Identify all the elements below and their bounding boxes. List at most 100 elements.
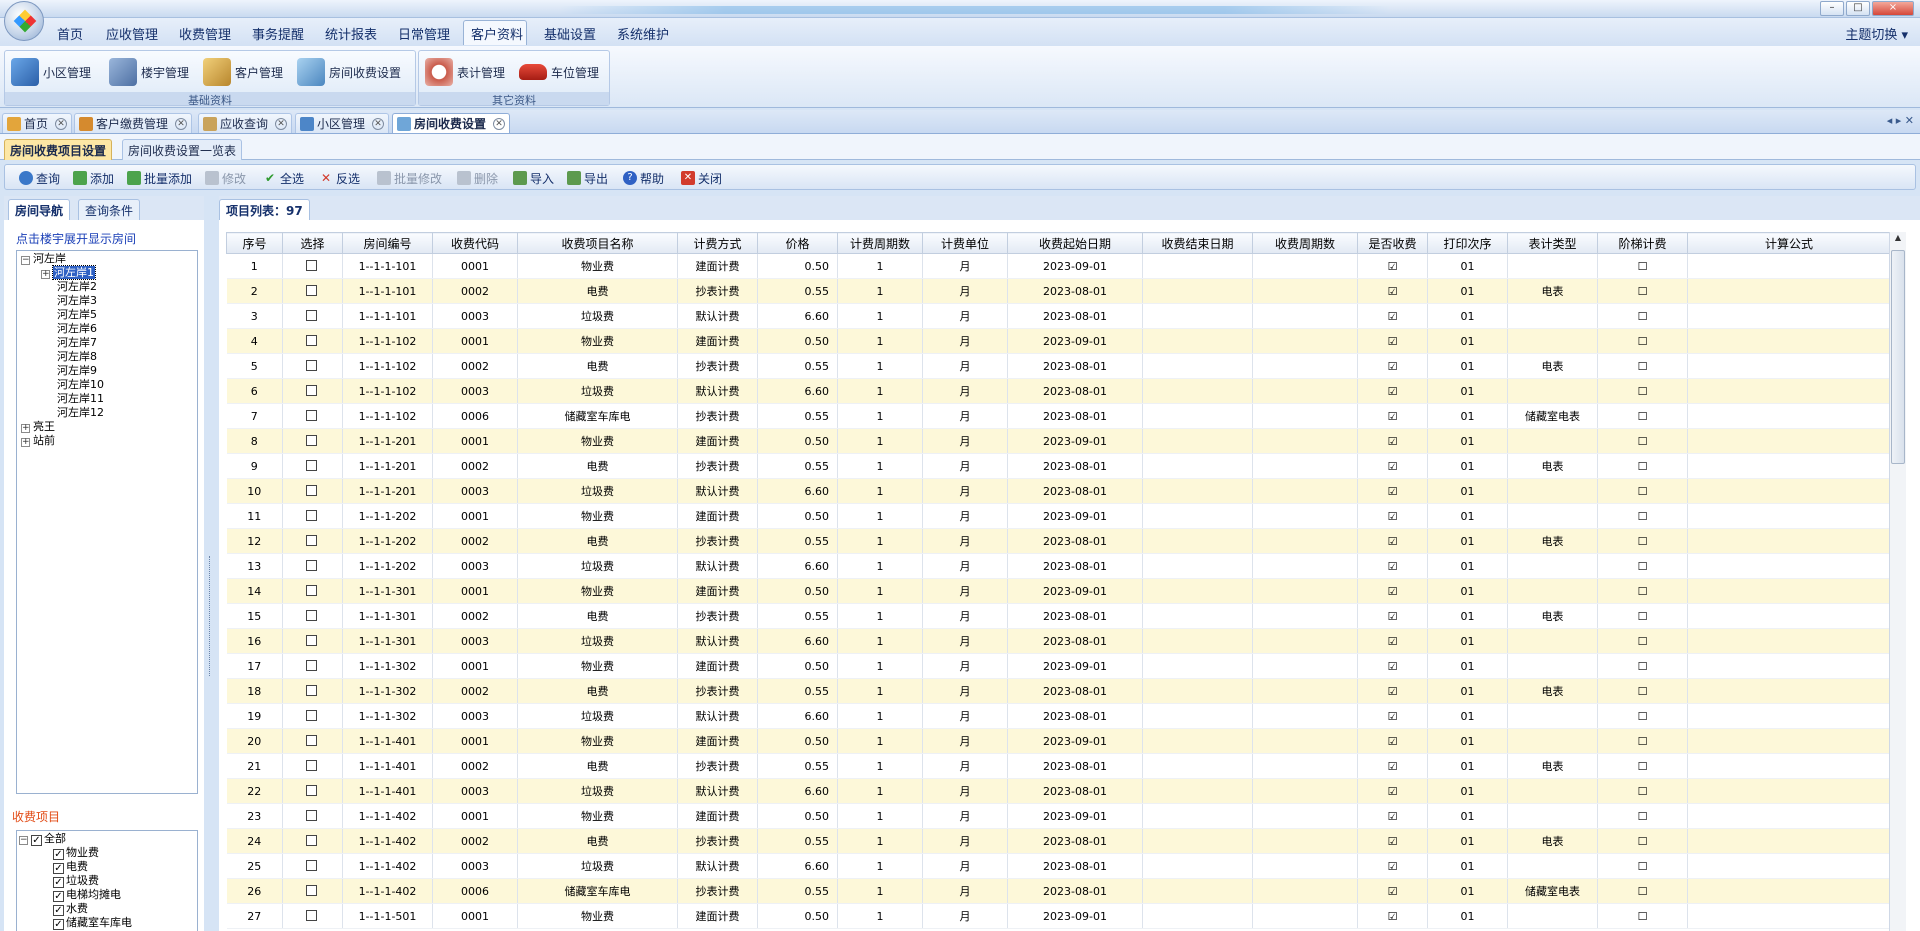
row-select-checkbox[interactable]	[306, 509, 317, 521]
room-fee-settings-button[interactable]: 房间收费设置	[297, 55, 401, 89]
select-all-button[interactable]: ✔ 全选	[263, 169, 304, 187]
tab-close-icon[interactable]: ✕	[372, 117, 385, 130]
table-row[interactable]: 1 1--1-1-101 0001 物业费 建面计费 0.50 1 月 2023-09-01 ☑ 0…	[226, 253, 1891, 279]
col-is-charged-cell[interactable]: ☑	[1357, 628, 1428, 654]
col-select-cell[interactable]	[282, 828, 343, 854]
expand-icon[interactable]: +	[21, 438, 30, 447]
col-tiered-billing-cell[interactable]: ☐	[1597, 278, 1688, 304]
row-select-checkbox[interactable]	[306, 709, 317, 721]
table-row[interactable]: 15 1--1-1-301 0002 电费 抄表计费 0.55 1 月 2023-08-01 ☑ 0…	[226, 603, 1891, 629]
menu-home[interactable]: 首页	[57, 24, 83, 43]
col-select-cell[interactable]	[282, 453, 343, 479]
col-tiered-billing-cell[interactable]: ☐	[1597, 828, 1688, 854]
vertical-scrollbar[interactable]: ▲	[1889, 232, 1906, 931]
row-select-checkbox[interactable]	[306, 534, 317, 546]
col-is-charged-cell[interactable]: ☑	[1357, 503, 1428, 529]
table-row[interactable]: 10 1--1-1-201 0003 垃圾费 默认计费 6.60 1 月 2023-08-01 ☑…	[226, 478, 1891, 504]
tab-close-icon[interactable]: ✕	[175, 117, 188, 130]
table-row[interactable]: 23 1--1-1-402 0001 物业费 建面计费 0.50 1 月 2023-09-01 ☑…	[226, 803, 1891, 829]
tree-node[interactable]: 河左岸11	[57, 392, 104, 406]
close-window-button[interactable]: ×	[1872, 1, 1914, 16]
col-select-cell[interactable]	[282, 253, 343, 279]
col-seq-header[interactable]: 序号	[226, 232, 283, 254]
tree-node[interactable]: 河左岸8	[57, 350, 97, 364]
edit-button[interactable]: 修改	[205, 169, 246, 187]
col-select-cell[interactable]	[282, 553, 343, 579]
col-billing-periods-header[interactable]: 计费周期数	[837, 232, 923, 254]
tab-customer-payment[interactable]: 客户缴费管理 ✕	[74, 113, 193, 133]
tab-room-navigation[interactable]: 房间导航	[8, 199, 71, 220]
row-select-checkbox[interactable]	[306, 659, 317, 671]
col-select-cell[interactable]	[282, 528, 343, 554]
tree-node[interactable]: + 亮王	[21, 420, 55, 434]
col-is-charged-cell[interactable]: ☑	[1357, 353, 1428, 379]
row-select-checkbox[interactable]	[306, 759, 317, 771]
tab-community[interactable]: 小区管理 ✕	[295, 113, 390, 133]
col-select-cell[interactable]	[282, 703, 343, 729]
col-fee-cycles-header[interactable]: 收费周期数	[1252, 232, 1358, 254]
menu-system[interactable]: 系统维护	[617, 24, 669, 43]
tab-receivable-query[interactable]: 应收查询 ✕	[198, 113, 293, 133]
tab-home[interactable]: 首页 ✕	[2, 113, 73, 133]
community-button[interactable]: 小区管理	[11, 55, 91, 89]
table-row[interactable]: 21 1--1-1-401 0002 电费 抄表计费 0.55 1 月 2023-08-01 ☑ 0…	[226, 753, 1891, 779]
col-is-charged-cell[interactable]: ☑	[1357, 528, 1428, 554]
row-select-checkbox[interactable]	[306, 259, 317, 271]
col-print-order-header[interactable]: 打印次序	[1427, 232, 1508, 254]
table-row[interactable]: 18 1--1-1-302 0002 电费 抄表计费 0.55 1 月 2023-08-01 ☑ 0…	[226, 678, 1891, 704]
batch-edit-button[interactable]: 批量修改	[377, 169, 442, 187]
col-is-charged-cell[interactable]: ☑	[1357, 328, 1428, 354]
table-row[interactable]: 24 1--1-1-402 0002 电费 抄表计费 0.55 1 月 2023-08-01 ☑ 0…	[226, 828, 1891, 854]
row-select-checkbox[interactable]	[306, 809, 317, 821]
col-tiered-billing-cell[interactable]: ☐	[1597, 253, 1688, 279]
building-button[interactable]: 楼宇管理	[109, 55, 189, 89]
col-is-charged-cell[interactable]: ☑	[1357, 653, 1428, 679]
col-select-cell[interactable]	[282, 503, 343, 529]
tab-close-icon[interactable]: ✕	[275, 117, 288, 130]
fee-item[interactable]: ✓ 物业费	[53, 846, 99, 860]
parking-button[interactable]: 车位管理	[519, 55, 599, 89]
col-is-charged-cell[interactable]: ☑	[1357, 778, 1428, 804]
menu-customer-data[interactable]: 客户资料	[471, 24, 523, 43]
customer-button[interactable]: 客户管理	[203, 55, 283, 89]
col-select-cell[interactable]	[282, 478, 343, 504]
table-row[interactable]: 3 1--1-1-101 0003 垃圾费 默认计费 6.60 1 月 2023-08-01 ☑ 0…	[226, 303, 1891, 329]
table-row[interactable]: 6 1--1-1-102 0003 垃圾费 默认计费 6.60 1 月 2023-08-01 ☑ 0…	[226, 378, 1891, 404]
maximize-button[interactable]: □	[1846, 1, 1870, 16]
minimize-button[interactable]: –	[1820, 1, 1844, 16]
tree-node[interactable]: 河左岸10	[57, 378, 104, 392]
col-tiered-billing-cell[interactable]: ☐	[1597, 703, 1688, 729]
panel-splitter[interactable]	[204, 196, 219, 931]
col-select-cell[interactable]	[282, 628, 343, 654]
row-select-checkbox[interactable]	[306, 834, 317, 846]
theme-switch-menu[interactable]: 主题切换 ▾	[1845, 24, 1908, 43]
query-button[interactable]: 查询	[19, 169, 60, 187]
row-select-checkbox[interactable]	[306, 434, 317, 446]
col-select-cell[interactable]	[282, 603, 343, 629]
row-select-checkbox[interactable]	[306, 409, 317, 421]
col-select-cell[interactable]	[282, 803, 343, 829]
col-is-charged-cell[interactable]: ☑	[1357, 428, 1428, 454]
table-row[interactable]: 16 1--1-1-301 0003 垃圾费 默认计费 6.60 1 月 2023-08-01 ☑…	[226, 628, 1891, 654]
row-select-checkbox[interactable]	[306, 584, 317, 596]
col-select-cell[interactable]	[282, 653, 343, 679]
row-select-checkbox[interactable]	[306, 734, 317, 746]
item-list-tab[interactable]: 项目列表：97	[219, 199, 310, 220]
col-formula-header[interactable]: 计算公式	[1687, 232, 1891, 254]
col-is-charged-cell[interactable]: ☑	[1357, 478, 1428, 504]
table-row[interactable]: 13 1--1-1-202 0003 垃圾费 默认计费 6.60 1 月 2023-08-01 ☑…	[226, 553, 1891, 579]
collapse-icon[interactable]: −	[19, 836, 28, 845]
menu-charges[interactable]: 收费管理	[179, 24, 231, 43]
col-is-charged-cell[interactable]: ☑	[1357, 803, 1428, 829]
col-tiered-billing-cell[interactable]: ☐	[1597, 528, 1688, 554]
col-is-charged-cell[interactable]: ☑	[1357, 678, 1428, 704]
row-select-checkbox[interactable]	[306, 359, 317, 371]
table-row[interactable]: 17 1--1-1-302 0001 物业费 建面计费 0.50 1 月 2023-09-01 ☑…	[226, 653, 1891, 679]
checkbox-checked-icon[interactable]: ✓	[53, 877, 64, 888]
table-row[interactable]: 19 1--1-1-302 0003 垃圾费 默认计费 6.60 1 月 2023-08-01 ☑…	[226, 703, 1891, 729]
col-select-cell[interactable]	[282, 328, 343, 354]
col-is-charged-cell[interactable]: ☑	[1357, 303, 1428, 329]
checkbox-checked-icon[interactable]: ✓	[53, 863, 64, 874]
col-billing-unit-header[interactable]: 计费单位	[922, 232, 1008, 254]
col-billing-method-header[interactable]: 计费方式	[677, 232, 758, 254]
